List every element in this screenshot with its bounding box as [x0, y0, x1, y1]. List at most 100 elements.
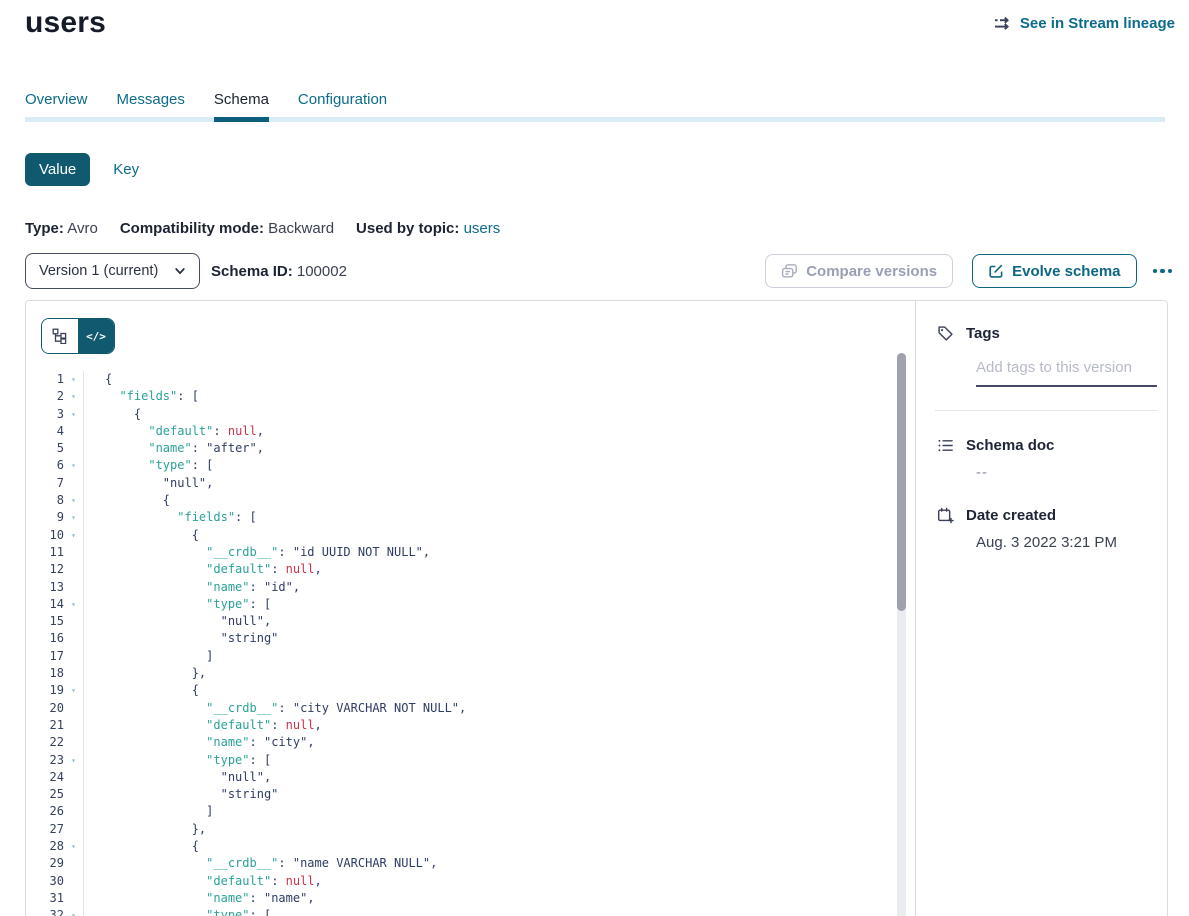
fold-arrow-icon[interactable]: ▾: [64, 907, 84, 916]
topic-link[interactable]: users: [464, 220, 501, 237]
code-line: 13 "name": "id",: [26, 579, 895, 596]
code-text: "type": [: [84, 457, 213, 474]
line-number: 13: [26, 579, 64, 596]
code-text: "null",: [84, 475, 213, 492]
code-line: 6▾ "type": [: [26, 457, 895, 474]
page-title: users: [25, 6, 106, 40]
more-options-button[interactable]: [1151, 263, 1175, 280]
fold-arrow-icon[interactable]: ▾: [64, 596, 84, 613]
code-text: "string": [84, 630, 278, 647]
fold-spacer: [64, 821, 84, 838]
code-text: "default": null,: [84, 873, 322, 890]
fold-arrow-icon[interactable]: ▾: [64, 406, 84, 423]
code-line: 26 ]: [26, 803, 895, 820]
code-text: "string": [84, 786, 278, 803]
code-text: "__crdb__": "city VARCHAR NOT NULL",: [84, 700, 466, 717]
code-text: {: [84, 406, 141, 423]
line-number: 24: [26, 769, 64, 786]
code-text: },: [84, 665, 206, 682]
scrollbar-track[interactable]: [897, 353, 906, 916]
code-text: {: [84, 838, 199, 855]
code-line: 30 "default": null,: [26, 873, 895, 890]
code-text: "name": "id",: [84, 579, 300, 596]
code-line: 28▾ {: [26, 838, 895, 855]
line-number: 7: [26, 475, 64, 492]
fold-spacer: [64, 544, 84, 561]
fold-arrow-icon[interactable]: ▾: [64, 752, 84, 769]
code-line: 1▾{: [26, 371, 895, 388]
line-number: 27: [26, 821, 64, 838]
code-line: 10▾ {: [26, 527, 895, 544]
code-text: "name": "after",: [84, 440, 264, 457]
code-line: 32▾ "type": [: [26, 907, 895, 916]
code-line: 20 "__crdb__": "city VARCHAR NOT NULL",: [26, 700, 895, 717]
fold-spacer: [64, 440, 84, 457]
code-pane: </> 1▾{2▾ "fields": [3▾ {4 "default": nu…: [26, 301, 915, 916]
fold-arrow-icon[interactable]: ▾: [64, 388, 84, 405]
code-view-icon: </>: [86, 330, 106, 343]
tab-configuration[interactable]: Configuration: [298, 91, 387, 122]
fold-arrow-icon[interactable]: ▾: [64, 509, 84, 526]
fold-spacer: [64, 475, 84, 492]
code-line: 17 ]: [26, 648, 895, 665]
code-text: "__crdb__": "name VARCHAR NULL",: [84, 855, 437, 872]
tab-schema[interactable]: Schema: [214, 91, 269, 122]
code-editor[interactable]: 1▾{2▾ "fields": [3▾ {4 "default": null,5…: [26, 371, 895, 916]
stream-lineage-icon: [994, 16, 1013, 31]
tab-messages[interactable]: Messages: [117, 91, 185, 122]
fold-arrow-icon[interactable]: ▾: [64, 492, 84, 509]
code-text: ]: [84, 648, 213, 665]
line-number: 12: [26, 561, 64, 578]
line-number: 11: [26, 544, 64, 561]
code-text: {: [84, 527, 199, 544]
fold-spacer: [64, 561, 84, 578]
code-line: 27 },: [26, 821, 895, 838]
fold-arrow-icon[interactable]: ▾: [64, 682, 84, 699]
tree-view-button[interactable]: [42, 319, 78, 353]
fold-arrow-icon[interactable]: ▾: [64, 457, 84, 474]
line-number: 26: [26, 803, 64, 820]
code-text: "default": null,: [84, 423, 264, 440]
line-number: 17: [26, 648, 64, 665]
line-number: 10: [26, 527, 64, 544]
tab-overview[interactable]: Overview: [25, 91, 88, 122]
code-line: 16 "string": [26, 630, 895, 647]
date-created-value: Aug. 3 2022 3:21 PM: [976, 534, 1157, 551]
line-number: 21: [26, 717, 64, 734]
details-sidebar: Tags Schema doc --: [915, 301, 1167, 916]
add-tags-input[interactable]: [976, 359, 1157, 387]
line-number: 20: [26, 700, 64, 717]
version-select[interactable]: Version 1 (current): [25, 253, 200, 289]
fold-arrow-icon[interactable]: ▾: [64, 371, 84, 388]
meta-compatibility-value: Backward: [268, 220, 334, 237]
line-number: 23: [26, 752, 64, 769]
meta-type-value: Avro: [67, 220, 98, 237]
evolve-schema-icon: [988, 263, 1004, 279]
compare-versions-button[interactable]: Compare versions: [765, 254, 953, 288]
code-line: 5 "name": "after",: [26, 440, 895, 457]
sidebar-divider: [935, 410, 1157, 411]
line-number: 8: [26, 492, 64, 509]
code-view-button[interactable]: </>: [78, 319, 114, 353]
code-text: "fields": [: [84, 509, 257, 526]
line-number: 19: [26, 682, 64, 699]
key-tab-button[interactable]: Key: [113, 161, 139, 178]
code-text: "type": [: [84, 596, 271, 613]
line-number: 32: [26, 907, 64, 916]
line-number: 22: [26, 734, 64, 751]
code-text: "default": null,: [84, 561, 322, 578]
meta-type: Type: Avro: [25, 220, 98, 237]
code-line: 22 "name": "city",: [26, 734, 895, 751]
evolve-schema-button[interactable]: Evolve schema: [972, 254, 1136, 288]
line-number: 3: [26, 406, 64, 423]
line-number: 30: [26, 873, 64, 890]
schema-id-value: 100002: [297, 263, 347, 280]
stream-lineage-label: See in Stream lineage: [1020, 15, 1175, 32]
fold-arrow-icon[interactable]: ▾: [64, 527, 84, 544]
value-tab-button[interactable]: Value: [25, 153, 90, 186]
fold-arrow-icon[interactable]: ▾: [64, 838, 84, 855]
schema-doc-value: --: [976, 464, 1157, 481]
line-number: 28: [26, 838, 64, 855]
stream-lineage-link[interactable]: See in Stream lineage: [994, 15, 1175, 32]
scrollbar-thumb[interactable]: [897, 353, 906, 611]
